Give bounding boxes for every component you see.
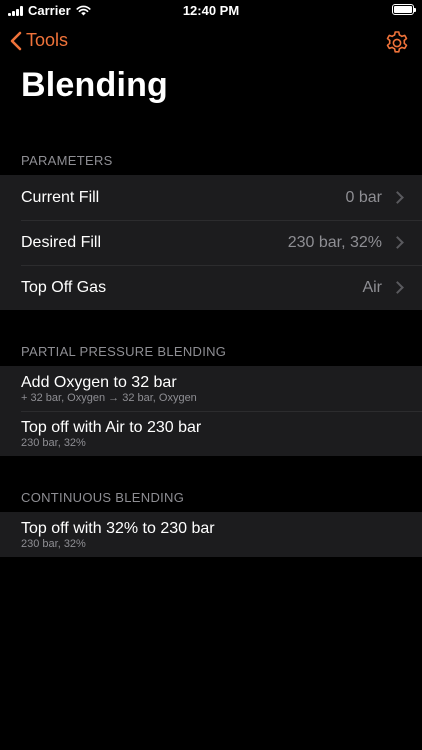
step-detail: 230 bar, 32% (21, 537, 86, 550)
row-value: Air (362, 278, 382, 296)
status-time: 12:40 PM (182, 3, 240, 18)
list-item[interactable]: Top off with 32% to 230 bar 230 bar, 32% (0, 512, 422, 557)
step-detail: + 32 bar, Oxygen → 32 bar, Oxygen (21, 391, 197, 404)
parameters-group: Current Fill 0 bar Desired Fill 230 bar,… (0, 175, 422, 310)
step-title: Top off with 32% to 230 bar (21, 519, 215, 537)
continuous-group: Top off with 32% to 230 bar 230 bar, 32% (0, 512, 422, 557)
step-title: Add Oxygen to 32 bar (21, 373, 177, 391)
status-bar: Carrier 12:40 PM (0, 0, 422, 22)
row-label: Current Fill (21, 188, 100, 206)
partial-pressure-group: Add Oxygen to 32 bar + 32 bar, Oxygen → … (0, 366, 422, 456)
desired-fill-row[interactable]: Desired Fill 230 bar, 32% (0, 220, 422, 265)
step-detail: 230 bar, 32% (21, 436, 86, 449)
list-item[interactable]: Top off with Air to 230 bar 230 bar, 32% (0, 411, 422, 456)
top-off-gas-row[interactable]: Top Off Gas Air (0, 265, 422, 310)
battery-icon (392, 4, 416, 15)
partial-pressure-section-header: PARTIAL PRESSURE BLENDING (21, 344, 227, 359)
page-title: Blending (21, 66, 169, 104)
list-item[interactable]: Add Oxygen to 32 bar + 32 bar, Oxygen → … (0, 366, 422, 411)
chevron-left-icon (10, 31, 22, 50)
current-fill-row[interactable]: Current Fill 0 bar (0, 175, 422, 220)
continuous-section-header: CONTINUOUS BLENDING (21, 490, 185, 505)
row-label: Top Off Gas (21, 278, 107, 296)
back-button-label: Tools (26, 30, 69, 50)
chevron-right-icon (391, 235, 404, 249)
row-label: Desired Fill (21, 233, 102, 251)
navigation-bar: Tools (0, 26, 422, 60)
step-title: Top off with Air to 230 bar (21, 418, 202, 436)
gear-icon[interactable] (384, 30, 410, 56)
parameters-section-header: PARAMETERS (21, 153, 113, 168)
row-value: 230 bar, 32% (287, 233, 382, 251)
chevron-right-icon (391, 280, 404, 294)
status-bar-right (392, 4, 416, 15)
back-button[interactable]: Tools (10, 30, 68, 51)
row-value: 0 bar (345, 188, 382, 206)
chevron-right-icon (391, 190, 404, 204)
